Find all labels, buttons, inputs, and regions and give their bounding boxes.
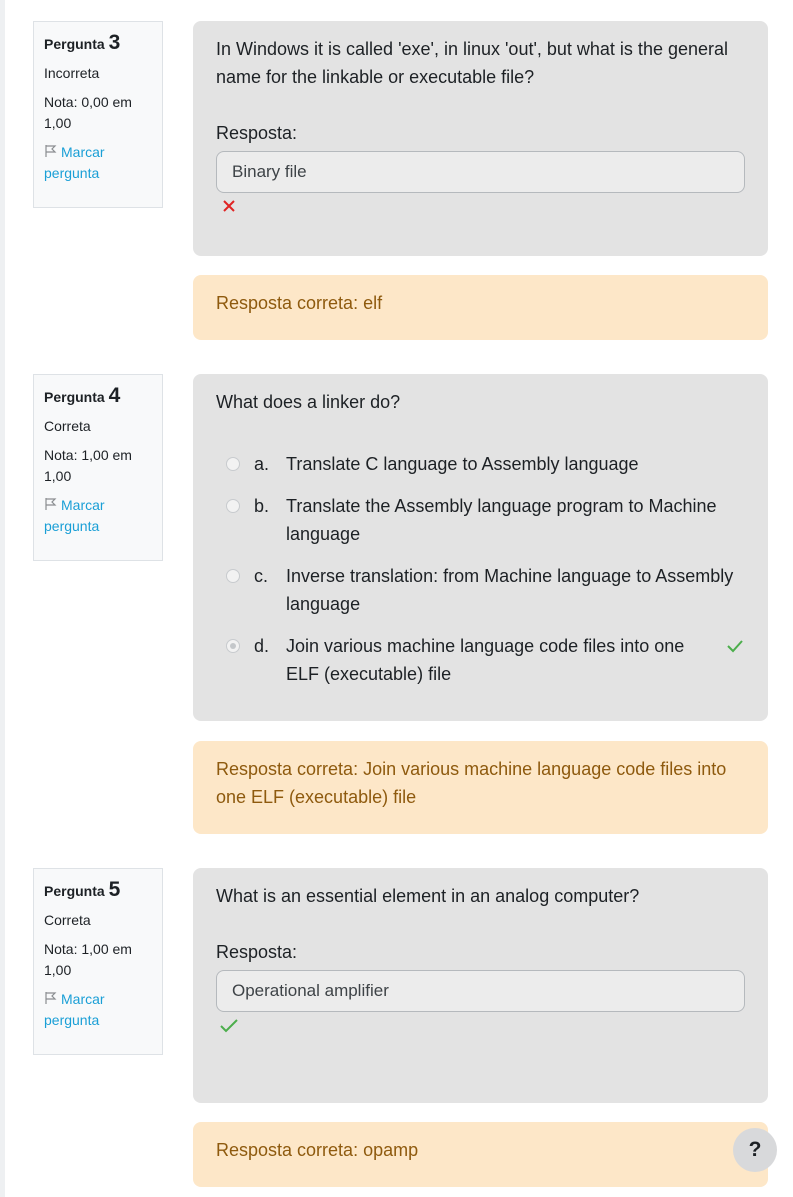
option-text: Join various machine language code files… (286, 636, 685, 684)
option-text: Translate the Assembly language program … (286, 496, 717, 544)
answer-option-a[interactable]: a. Translate C language to Assembly lang… (216, 450, 745, 478)
cross-icon (223, 200, 235, 212)
answer-option-d[interactable]: d. Join various machine language code fi… (216, 632, 745, 688)
question-state: Incorreta (44, 65, 100, 81)
option-letter: c. (254, 566, 269, 586)
flag-icon (45, 992, 57, 1004)
correct-answer-feedback-3: Resposta correta: elf (193, 275, 768, 340)
answer-option-b[interactable]: b. Translate the Assembly language progr… (216, 492, 745, 548)
question-info-4: Pergunta 4 Correta Nota: 1,00 em 1,00 Ma… (33, 374, 163, 561)
question-number: Pergunta 3 (44, 31, 121, 54)
help-button[interactable]: ? (733, 1128, 777, 1172)
option-letter: b. (254, 496, 270, 516)
page-edge (0, 0, 5, 1197)
question-grade: Nota: 1,00 em 1,00 (44, 941, 132, 978)
question-formulation-5: What is an essential element in an analo… (193, 868, 768, 1103)
check-icon (727, 640, 743, 653)
option-text: Inverse translation: from Machine langua… (286, 566, 734, 614)
question-formulation-4: What does a linker do? a. Translate C la… (193, 374, 768, 721)
answer-option-c[interactable]: c. Inverse translation: from Machine lan… (216, 562, 745, 618)
radio-button-selected[interactable] (226, 639, 240, 653)
question-text: What does a linker do? (216, 392, 401, 412)
flag-question-link[interactable]: Marcar pergunta (44, 989, 152, 1031)
correct-answer-feedback-5: Resposta correta: opamp (193, 1122, 768, 1187)
correct-answer-feedback-4: Resposta correta: Join various machine l… (193, 741, 768, 834)
answer-input[interactable]: Operational amplifier (216, 970, 745, 1012)
question-grade: Nota: 0,00 em 1,00 (44, 94, 132, 131)
question-text: What is an essential element in an analo… (216, 886, 640, 906)
flag-icon (45, 145, 57, 157)
question-info-3: Pergunta 3 Incorreta Nota: 0,00 em 1,00 … (33, 21, 163, 208)
question-state: Correta (44, 418, 91, 434)
question-number: Pergunta 5 (44, 878, 121, 901)
flag-question-link[interactable]: Marcar pergunta (44, 142, 152, 184)
question-text: In Windows it is called 'exe', in linux … (216, 39, 729, 87)
option-text: Translate C language to Assembly languag… (286, 454, 639, 474)
option-letter: d. (254, 636, 270, 656)
radio-button[interactable] (226, 499, 240, 513)
question-number: Pergunta 4 (44, 384, 121, 407)
radio-button[interactable] (226, 569, 240, 583)
question-info-5: Pergunta 5 Correta Nota: 1,00 em 1,00 Ma… (33, 868, 163, 1055)
flag-question-link[interactable]: Marcar pergunta (44, 495, 152, 537)
response-label: Resposta: (216, 942, 298, 962)
question-grade: Nota: 1,00 em 1,00 (44, 447, 132, 484)
radio-button[interactable] (226, 457, 240, 471)
response-label: Resposta: (216, 123, 298, 143)
question-formulation-3: In Windows it is called 'exe', in linux … (193, 21, 768, 256)
check-icon (220, 1019, 238, 1033)
option-letter: a. (254, 454, 270, 474)
question-state: Correta (44, 912, 91, 928)
flag-icon (45, 498, 57, 510)
answer-input[interactable]: Binary file (216, 151, 745, 193)
